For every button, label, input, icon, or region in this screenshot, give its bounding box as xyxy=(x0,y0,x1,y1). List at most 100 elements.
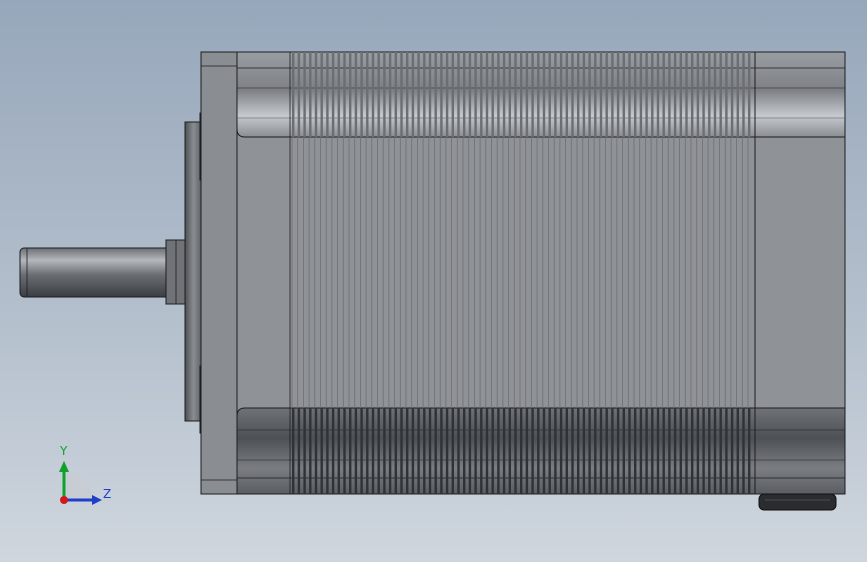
fin-bottom xyxy=(326,408,329,494)
fin-top xyxy=(400,52,403,137)
fin-bottom xyxy=(662,408,665,494)
fin-bottom xyxy=(548,408,551,494)
fin-top xyxy=(354,52,358,137)
fin-top xyxy=(457,52,460,137)
fin-top xyxy=(730,52,734,137)
fin-bottom xyxy=(748,408,751,494)
fin-bottom xyxy=(457,408,460,494)
fin-top xyxy=(582,52,586,137)
fin-bottom xyxy=(474,408,477,494)
fin-top xyxy=(314,52,318,137)
fin-top xyxy=(616,52,620,137)
fin-bottom xyxy=(371,408,375,494)
fin-top xyxy=(656,52,660,137)
fin-bottom xyxy=(349,408,352,494)
fin-bottom xyxy=(320,408,323,494)
fin-top xyxy=(605,52,608,137)
fin-bottom xyxy=(354,408,358,494)
fin-top xyxy=(571,52,574,137)
fin-top xyxy=(309,52,312,137)
fin-top xyxy=(497,52,500,137)
fin-bottom xyxy=(314,408,318,494)
fin-bottom xyxy=(571,408,574,494)
fin-bottom xyxy=(468,408,472,494)
fin-bottom xyxy=(366,408,369,494)
fin-top xyxy=(594,52,597,137)
fin-bottom xyxy=(577,408,580,494)
fin-bottom xyxy=(679,408,682,494)
fin-top xyxy=(331,52,335,137)
fin-top xyxy=(320,52,323,137)
fin-top xyxy=(485,52,489,137)
fin-top xyxy=(468,52,472,137)
fin-bottom xyxy=(343,408,346,494)
rear-connector xyxy=(758,493,837,511)
fin-bottom xyxy=(702,408,705,494)
fin-bottom xyxy=(508,408,511,494)
fin-top xyxy=(411,52,415,137)
fin-top xyxy=(702,52,705,137)
fin-top xyxy=(417,52,420,137)
fin-bottom xyxy=(502,408,506,494)
fin-top xyxy=(696,52,700,137)
z-axis-label: Z xyxy=(103,487,111,501)
fin-bottom xyxy=(463,408,466,494)
axis-triad: Y Z xyxy=(59,444,111,505)
fin-bottom xyxy=(628,408,631,494)
fin-bottom xyxy=(656,408,660,494)
fin-top xyxy=(548,52,551,137)
fin-bottom xyxy=(611,408,614,494)
fin-top xyxy=(565,52,568,137)
fin-top xyxy=(685,52,688,137)
fin-bottom xyxy=(388,408,392,494)
fin-top xyxy=(599,52,603,137)
fin-bottom xyxy=(713,408,717,494)
fin-top xyxy=(451,52,454,137)
fin-top xyxy=(554,52,557,137)
fin-top xyxy=(542,52,546,137)
fin-top xyxy=(514,52,517,137)
fin-bottom xyxy=(634,408,637,494)
fin-bottom xyxy=(434,408,437,494)
fin-top xyxy=(525,52,529,137)
fin-top xyxy=(406,52,409,137)
cad-viewport[interactable]: Y Z xyxy=(0,0,867,562)
fin-top xyxy=(679,52,682,137)
fin-top xyxy=(383,52,386,137)
fin-bottom xyxy=(440,408,443,494)
fin-bottom xyxy=(554,408,557,494)
fin-bottom xyxy=(428,408,432,494)
fin-top xyxy=(371,52,375,137)
fin-bottom xyxy=(309,408,312,494)
fin-bottom xyxy=(303,408,306,494)
fin-bottom xyxy=(383,408,386,494)
fin-bottom xyxy=(559,408,563,494)
fin-top xyxy=(531,52,534,137)
motor-shaft xyxy=(19,239,189,305)
fin-top xyxy=(673,52,677,137)
fin-top xyxy=(691,52,694,137)
fin-bottom xyxy=(451,408,454,494)
fin-top xyxy=(463,52,466,137)
fin-bottom xyxy=(673,408,677,494)
fin-bottom xyxy=(480,408,483,494)
fin-top xyxy=(645,52,648,137)
fin-bottom xyxy=(394,408,397,494)
fin-bottom xyxy=(445,408,449,494)
fin-top xyxy=(508,52,511,137)
fin-top xyxy=(520,52,523,137)
fin-bottom xyxy=(525,408,529,494)
fin-top xyxy=(651,52,654,137)
fin-top xyxy=(434,52,437,137)
fin-top xyxy=(639,52,643,137)
fin-bottom xyxy=(520,408,523,494)
fin-bottom xyxy=(588,408,591,494)
front-endcap xyxy=(200,51,239,495)
x-axis-dot xyxy=(60,496,68,504)
fin-top xyxy=(577,52,580,137)
fin-bottom xyxy=(599,408,603,494)
fin-bottom xyxy=(292,408,295,494)
fin-top xyxy=(611,52,614,137)
fin-top xyxy=(748,52,751,137)
fin-top xyxy=(628,52,631,137)
